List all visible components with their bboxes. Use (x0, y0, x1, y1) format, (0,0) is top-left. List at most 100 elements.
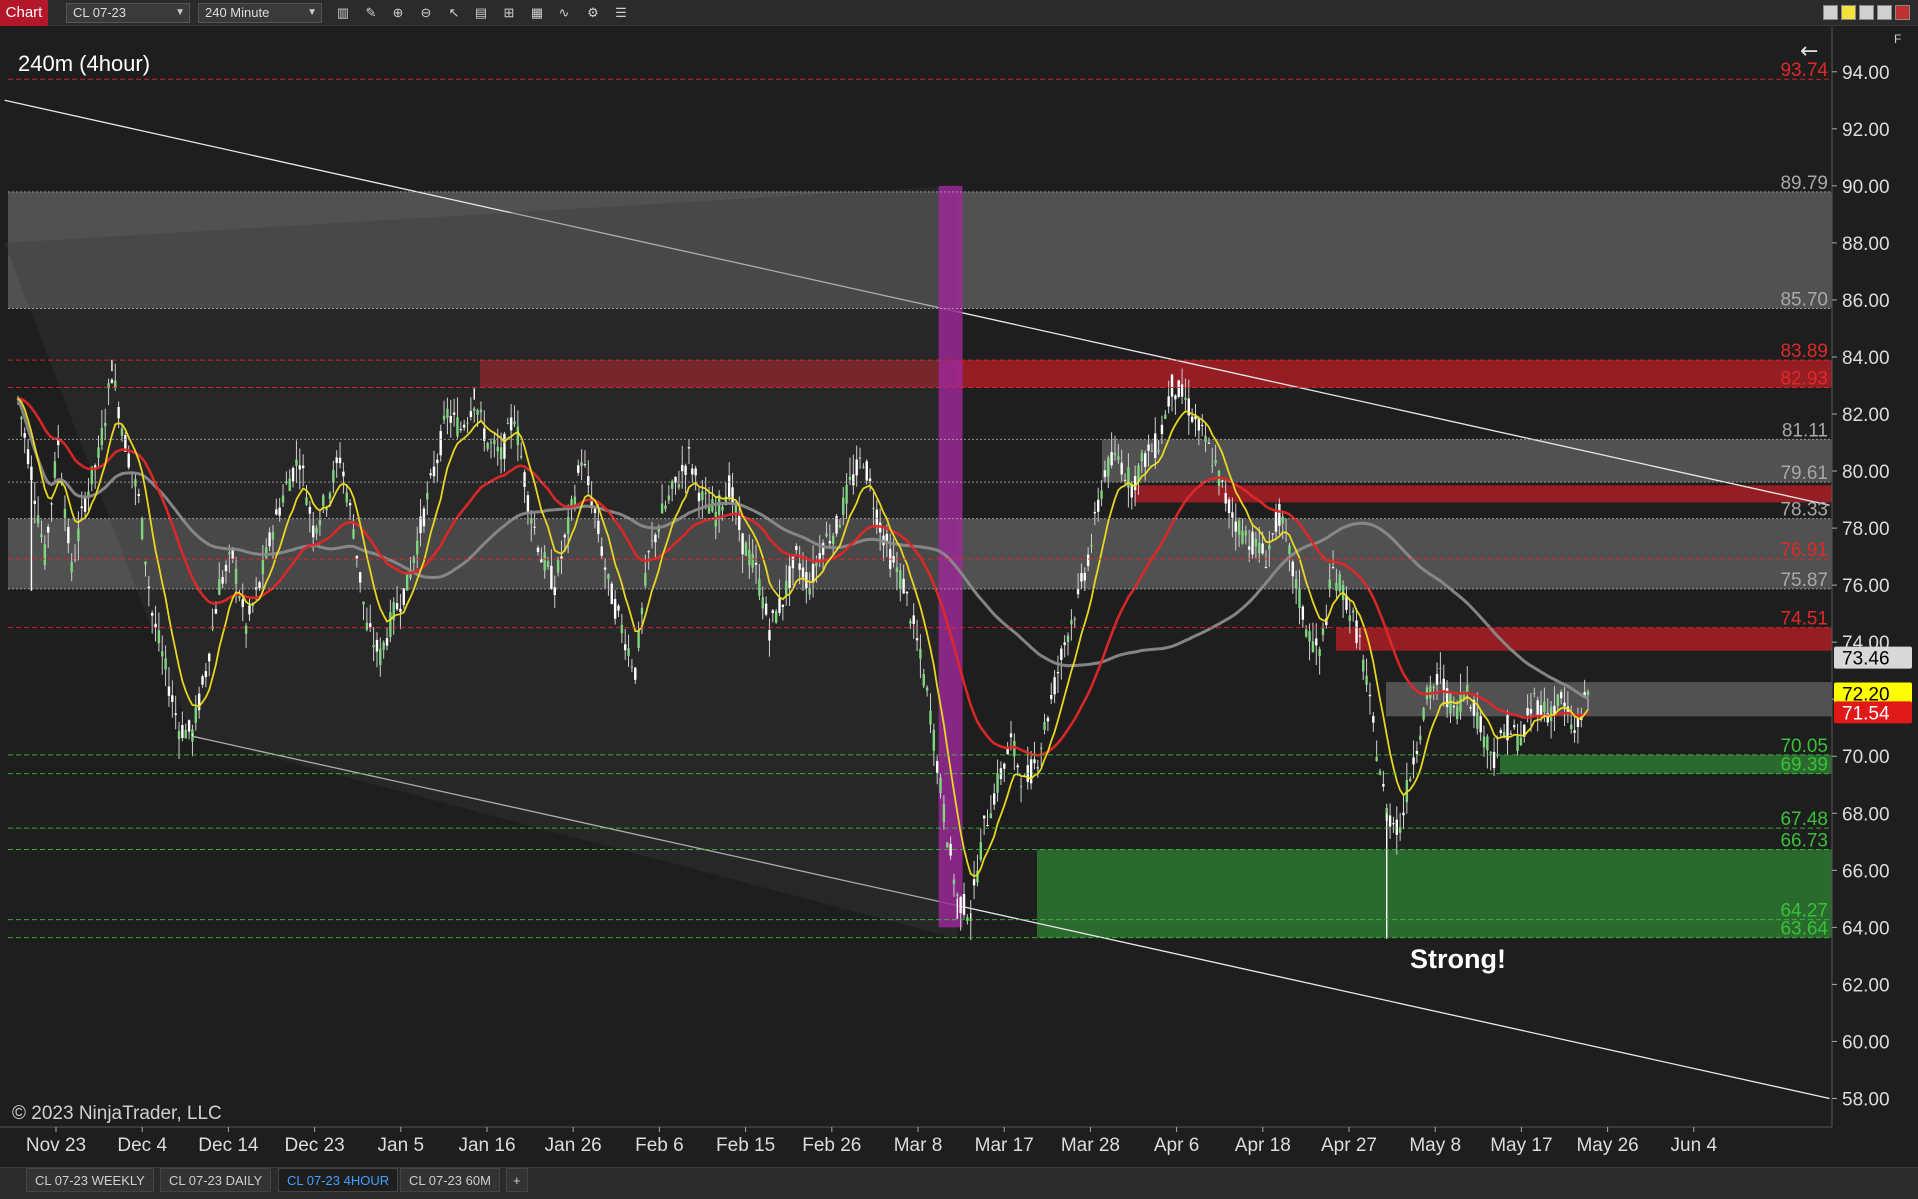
strategies-icon[interactable]: ⚙ (584, 4, 602, 22)
candle-body (342, 471, 345, 477)
tab-daily[interactable]: CL 07-23 DAILY (160, 1168, 272, 1192)
tab-60m[interactable]: CL 07-23 60M (400, 1168, 500, 1192)
zoom-out-icon[interactable]: ⊖ (417, 4, 435, 22)
candle-body (328, 493, 332, 499)
candle-body (1355, 620, 1358, 644)
candle-body (993, 793, 996, 805)
candle-body (114, 380, 117, 389)
candle-body (838, 525, 842, 528)
candle-body (305, 497, 308, 505)
candle-body (1388, 815, 1392, 827)
candle-body (473, 408, 476, 411)
candle-body (1110, 452, 1113, 466)
candle-body (1435, 673, 1439, 685)
candle-body (26, 449, 30, 465)
zoom-in-icon[interactable]: ⊕ (389, 4, 407, 22)
candle-body (607, 574, 610, 580)
candle-body (83, 498, 87, 512)
candle-body (815, 562, 818, 567)
price-chart[interactable]: 93.7489.7985.7083.8982.9381.1179.6178.33… (0, 27, 1918, 1167)
candle-body (650, 540, 654, 542)
candle-body (1543, 701, 1546, 713)
candle-body (1351, 610, 1355, 613)
interval-select[interactable]: 240 Minute ▼ (198, 3, 322, 23)
y-tick-label: 64.00 (1842, 918, 1890, 939)
candle-body (77, 528, 80, 542)
chart-tab[interactable]: Chart (0, 0, 48, 26)
candle-body (771, 610, 775, 614)
candle-body (459, 429, 463, 431)
back-arrow-icon[interactable]: ← (1800, 39, 1818, 64)
candle-body (922, 674, 925, 686)
data-box-icon[interactable]: ▦ (528, 4, 546, 22)
candle-body (110, 379, 114, 384)
candle-body (1241, 530, 1244, 544)
close-icon[interactable] (1895, 5, 1910, 20)
candle-body (365, 622, 369, 630)
candle-body (147, 586, 151, 589)
candle-body (939, 777, 942, 793)
candle-body (442, 415, 446, 420)
candle-body (744, 542, 748, 556)
x-tick-label: May 17 (1490, 1135, 1552, 1156)
candle-body (265, 547, 268, 558)
zone-support (1037, 849, 1832, 938)
candle-body (1093, 511, 1097, 514)
maximize-icon[interactable] (1859, 5, 1874, 20)
y-tick-label: 92.00 (1842, 120, 1890, 141)
candle-body (127, 453, 130, 468)
candle-body (1043, 721, 1046, 730)
candle-body (412, 557, 416, 563)
candle-body (778, 598, 781, 614)
candle-body (1123, 479, 1127, 481)
panel-flag[interactable]: F (1894, 32, 1901, 46)
candle-body (1140, 453, 1144, 462)
candle-body (456, 417, 459, 437)
candle-body (1254, 538, 1258, 547)
add-tab-button[interactable]: + (506, 1168, 528, 1192)
indicators-icon[interactable]: ∿ (555, 4, 573, 22)
zone-resistance (1336, 627, 1832, 651)
candle-body (795, 546, 798, 551)
restore-icon[interactable] (1877, 5, 1892, 20)
list-icon[interactable]: ☰ (612, 4, 630, 22)
candle-body (935, 760, 939, 773)
candle-body (204, 671, 208, 678)
bar-type-icon[interactable]: ▥ (334, 4, 352, 22)
candle-body (785, 580, 788, 595)
candle-body (704, 493, 707, 495)
candle-body (449, 416, 452, 423)
candle-body (1016, 765, 1019, 768)
candle-body (1556, 694, 1560, 706)
candle-body (1167, 396, 1170, 407)
instrument-select[interactable]: CL 07-23 ▼ (66, 3, 190, 23)
level-label: 74.51 (1780, 609, 1828, 630)
candle-body (721, 506, 724, 511)
properties-icon[interactable]: ▤ (472, 4, 490, 22)
templates-icon[interactable]: ⊞ (500, 4, 518, 22)
candle-body (1029, 759, 1033, 784)
candle-body (677, 484, 681, 488)
candle-body (862, 466, 865, 468)
annotation-text: Strong! (1410, 944, 1506, 974)
candle-body (627, 648, 630, 656)
candle-body (1046, 717, 1050, 722)
candle-body (919, 648, 922, 659)
candle-body (1291, 561, 1294, 577)
tab-4hour[interactable]: CL 07-23 4HOUR (278, 1168, 399, 1192)
minimize-icon[interactable] (1823, 5, 1838, 20)
candle-body (1147, 444, 1150, 451)
candle-body (734, 505, 738, 513)
candle-body (452, 412, 456, 415)
candle-body (1499, 730, 1502, 734)
chart-panel[interactable]: 93.74 89.79 85.70 83.89 82.93 81.11 79.61 78.33… (0, 27, 1918, 1167)
link-icon[interactable] (1841, 5, 1856, 20)
x-tick-label: Jan 26 (545, 1135, 602, 1156)
candle-body (1066, 635, 1070, 643)
pencil-icon[interactable]: ✎ (362, 4, 380, 22)
tab-weekly[interactable]: CL 07-23 WEEKLY (26, 1168, 154, 1192)
candle-body (845, 484, 848, 504)
pointer-icon[interactable]: ↖ (445, 4, 463, 22)
candle-body (1143, 453, 1147, 467)
x-tick-label: Mar 8 (894, 1135, 943, 1156)
